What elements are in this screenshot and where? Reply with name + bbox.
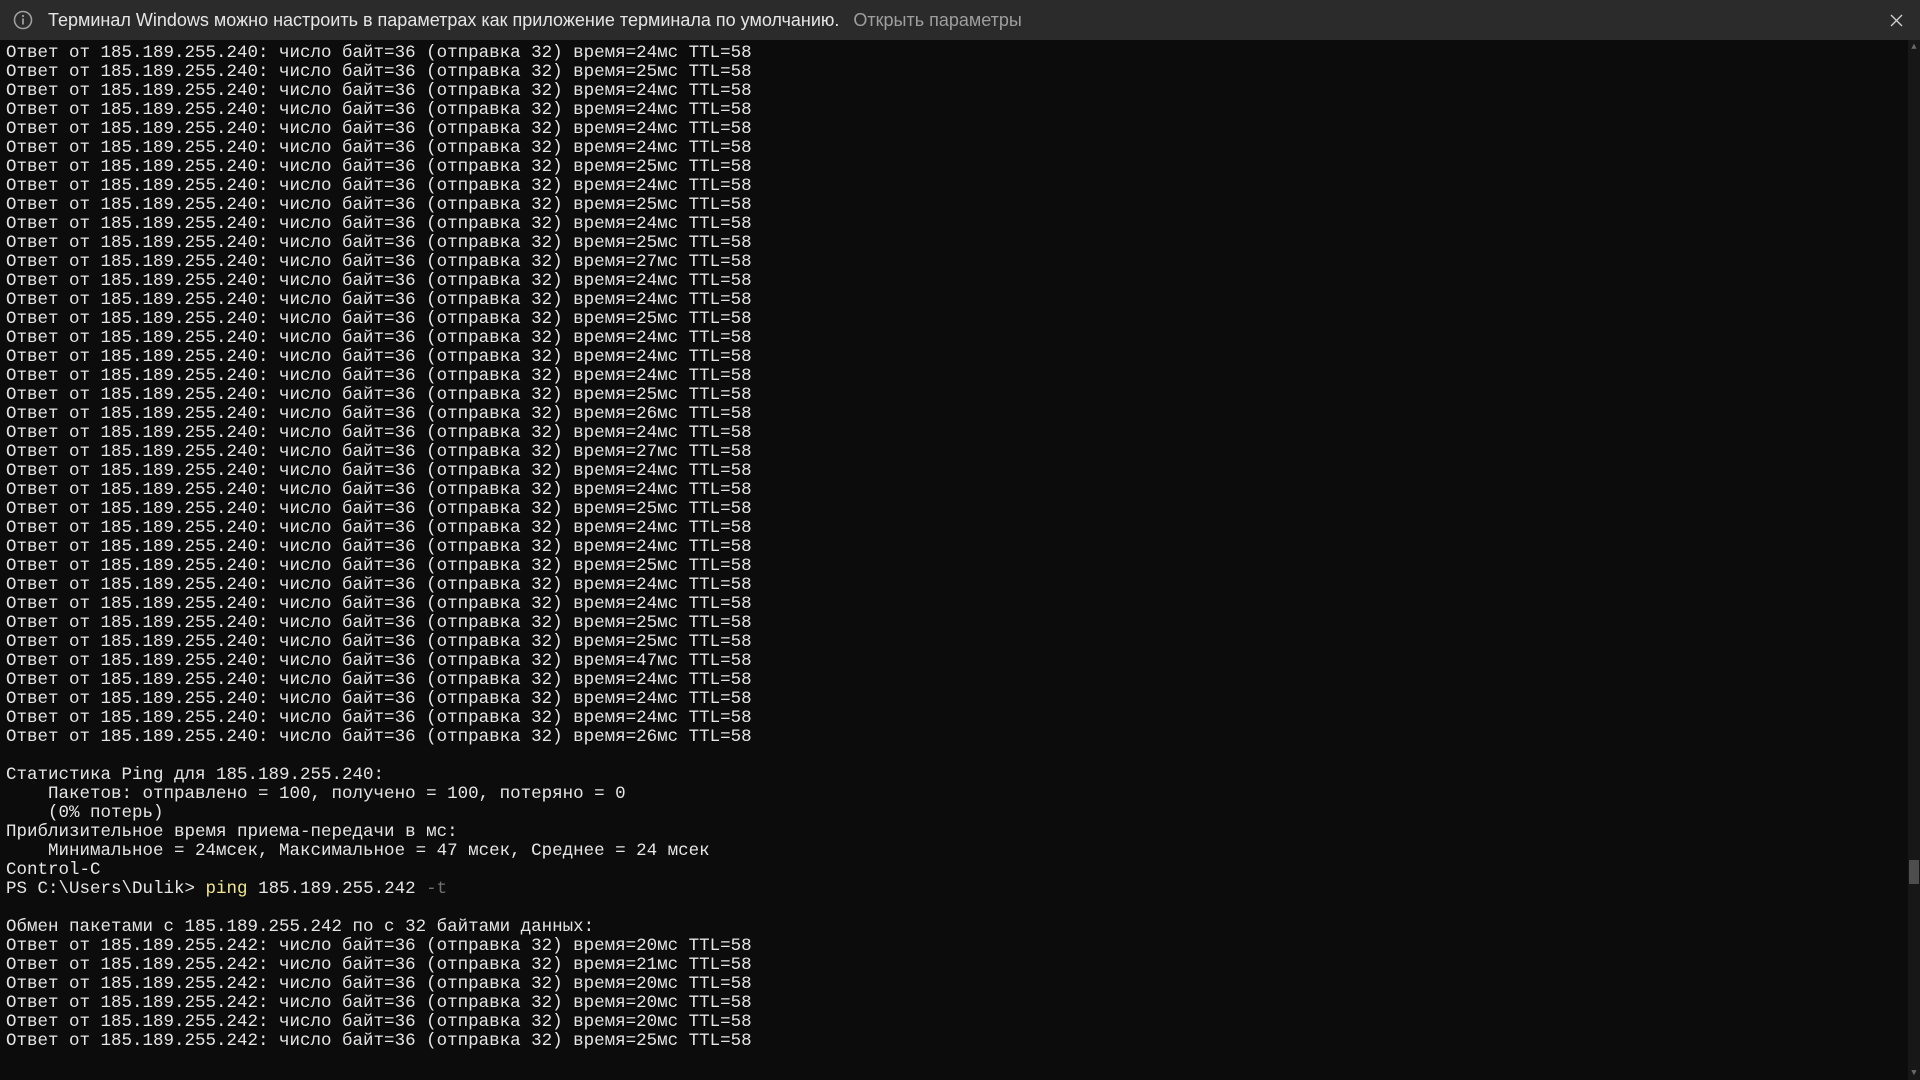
ping-reply-line: Ответ от 185.189.255.240: число байт=36 … [6,462,1908,481]
ping-reply-line: Ответ от 185.189.255.240: число байт=36 … [6,614,1908,633]
ping-reply-line: Ответ от 185.189.255.240: число байт=36 … [6,709,1908,728]
prompt-line[interactable]: PS C:\Users\Dulik> ping 185.189.255.242 … [6,880,1908,899]
stats-packets: Пакетов: отправлено = 100, получено = 10… [6,785,1908,804]
ping-reply-line: Ответ от 185.189.255.240: число байт=36 … [6,101,1908,120]
ping-reply-line: Ответ от 185.189.255.240: число байт=36 … [6,557,1908,576]
ping-reply-line: Ответ от 185.189.255.240: число байт=36 … [6,690,1908,709]
info-bar-text: Терминал Windows можно настроить в парам… [48,10,839,31]
open-settings-link[interactable]: Открыть параметры [853,10,1021,31]
blank-line [6,747,1908,766]
ping-reply-line: Ответ от 185.189.255.240: число байт=36 … [6,44,1908,63]
ping-reply-line: Ответ от 185.189.255.240: число байт=36 … [6,196,1908,215]
info-bar: Терминал Windows можно настроить в парам… [0,0,1920,40]
info-icon [12,9,34,31]
ping-reply-line: Ответ от 185.189.255.240: число байт=36 … [6,481,1908,500]
ping-reply-line: Ответ от 185.189.255.240: число байт=36 … [6,367,1908,386]
ping-reply-line: Ответ от 185.189.255.240: число байт=36 … [6,177,1908,196]
ping-reply-line: Ответ от 185.189.255.240: число байт=36 … [6,253,1908,272]
ping-reply-line: Ответ от 185.189.255.240: число байт=36 … [6,158,1908,177]
scrollbar-up-arrow[interactable]: ▲ [1908,40,1920,54]
ping-reply-line: Ответ от 185.189.255.240: число байт=36 … [6,671,1908,690]
ping-reply-line: Ответ от 185.189.255.240: число байт=36 … [6,652,1908,671]
stats-rtt-header: Приблизительное время приема-передачи в … [6,823,1908,842]
blank-line [6,899,1908,918]
ping-reply-line: Ответ от 185.189.255.242: число байт=36 … [6,1013,1908,1032]
ping-reply-line: Ответ от 185.189.255.242: число байт=36 … [6,1032,1908,1051]
ping-reply-line: Ответ от 185.189.255.240: число байт=36 … [6,595,1908,614]
ping-reply-line: Ответ от 185.189.255.240: число байт=36 … [6,386,1908,405]
ping-reply-line: Ответ от 185.189.255.242: число байт=36 … [6,956,1908,975]
ping-reply-line: Ответ от 185.189.255.240: число байт=36 … [6,348,1908,367]
ping-reply-line: Ответ от 185.189.255.240: число байт=36 … [6,633,1908,652]
ping-reply-line: Ответ от 185.189.255.240: число байт=36 … [6,519,1908,538]
ping-reply-line: Ответ от 185.189.255.240: число байт=36 … [6,63,1908,82]
ping2-header: Обмен пакетами с 185.189.255.242 по с 32… [6,918,1908,937]
ping-reply-line: Ответ от 185.189.255.240: число байт=36 … [6,728,1908,747]
ping-reply-line: Ответ от 185.189.255.240: число байт=36 … [6,234,1908,253]
ping-reply-line: Ответ от 185.189.255.240: число байт=36 … [6,405,1908,424]
ping-reply-line: Ответ от 185.189.255.240: число байт=36 … [6,424,1908,443]
ping-reply-line: Ответ от 185.189.255.240: число байт=36 … [6,82,1908,101]
ping-reply-line: Ответ от 185.189.255.240: число байт=36 … [6,215,1908,234]
scrollbar-down-arrow[interactable]: ▼ [1908,1066,1920,1080]
scrollbar-track[interactable]: ▲ ▼ [1908,40,1920,1080]
ping-reply-line: Ответ от 185.189.255.240: число байт=36 … [6,120,1908,139]
ping-reply-line: Ответ от 185.189.255.240: число байт=36 … [6,291,1908,310]
stats-rtt: Минимальное = 24мсек, Максимальное = 47 … [6,842,1908,861]
ping-reply-line: Ответ от 185.189.255.240: число байт=36 … [6,538,1908,557]
ping-reply-line: Ответ от 185.189.255.242: число байт=36 … [6,937,1908,956]
ping-reply-line: Ответ от 185.189.255.240: число байт=36 … [6,272,1908,291]
ping-reply-line: Ответ от 185.189.255.240: число байт=36 … [6,443,1908,462]
stats-loss: (0% потерь) [6,804,1908,823]
ping-reply-line: Ответ от 185.189.255.240: число байт=36 … [6,329,1908,348]
info-bar-close-button[interactable] [1882,6,1910,34]
ping-reply-line: Ответ от 185.189.255.242: число байт=36 … [6,975,1908,994]
terminal-area: Ответ от 185.189.255.240: число байт=36 … [0,40,1920,1080]
terminal-output[interactable]: Ответ от 185.189.255.240: число байт=36 … [0,40,1908,1080]
scrollbar-thumb[interactable] [1909,860,1919,884]
control-c: Control-C [6,861,1908,880]
stats-header: Статистика Ping для 185.189.255.240: [6,766,1908,785]
close-icon [1890,14,1903,27]
ping-reply-line: Ответ от 185.189.255.242: число байт=36 … [6,994,1908,1013]
ping-reply-line: Ответ от 185.189.255.240: число байт=36 … [6,576,1908,595]
ping-reply-line: Ответ от 185.189.255.240: число байт=36 … [6,310,1908,329]
ping-reply-line: Ответ от 185.189.255.240: число байт=36 … [6,139,1908,158]
ping-reply-line: Ответ от 185.189.255.240: число байт=36 … [6,500,1908,519]
